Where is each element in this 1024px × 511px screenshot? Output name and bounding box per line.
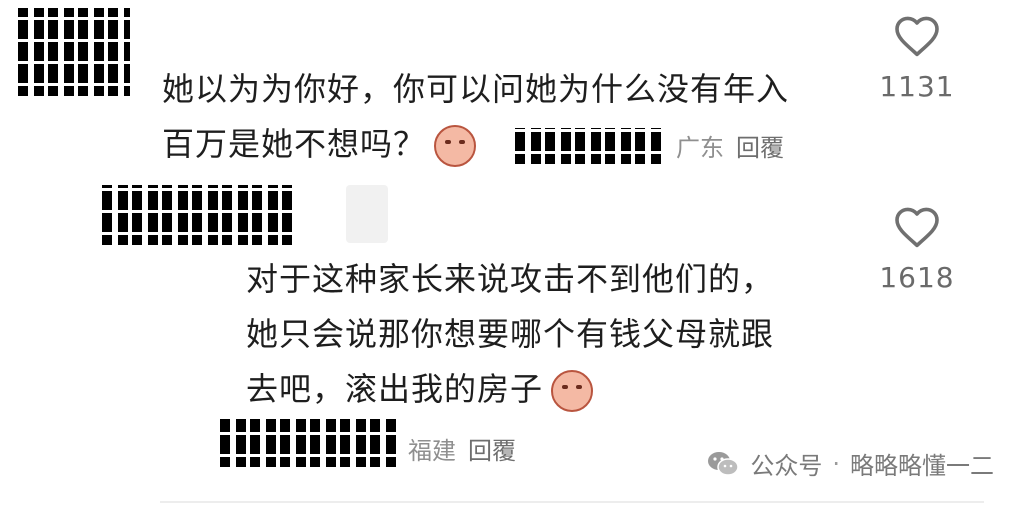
comment-line: 她以为为你好，你可以问她为什么没有年入 [162, 70, 790, 108]
redacted-username [220, 419, 400, 467]
redacted-username [102, 185, 292, 245]
comment-line: 她只会说那你想要哪个有钱父母就跟 [246, 315, 775, 353]
comment-meta: 广东 回覆 [676, 128, 784, 163]
watermark-separator: · [832, 449, 840, 478]
comment-line: 对于这种家长来说攻击不到他们的， [246, 260, 775, 298]
heart-outline-icon[interactable] [893, 205, 941, 249]
divider [160, 501, 984, 503]
like-count: 1618 [879, 261, 955, 294]
location-label: 福建 [408, 437, 456, 465]
crying-face-emoji [434, 125, 477, 167]
redacted-username [515, 128, 665, 164]
watermark: 公众号 · 略略略懂一二 [706, 446, 994, 481]
like-column: 1131 [872, 14, 962, 103]
watermark-account: 略略略懂一二 [850, 452, 994, 480]
avatar [346, 185, 388, 243]
reply-comment-item: 对于这种家长来说攻击不到他们的， 她只会说那你想要哪个有钱父母就跟 去吧，滚出我… [0, 185, 1024, 511]
like-count: 1131 [879, 70, 955, 103]
comment-meta: 福建 回覆 [408, 431, 516, 466]
location-label: 广东 [676, 134, 724, 162]
heart-outline-icon[interactable] [893, 14, 941, 58]
like-column: 1618 [872, 205, 962, 294]
comment-line: 去吧，滚出我的房子 [246, 362, 774, 417]
comment-item: 她以为为你好，你可以问她为什么没有年入 百万是她不想吗？ 广东 回覆 1131 [0, 0, 1024, 185]
reply-button[interactable]: 回覆 [736, 128, 784, 163]
comment-text: 对于这种家长来说攻击不到他们的， 她只会说那你想要哪个有钱父母就跟 去吧，滚出我… [246, 252, 774, 417]
reply-button[interactable]: 回覆 [468, 431, 516, 466]
crying-face-emoji [551, 370, 594, 412]
wechat-icon [708, 451, 740, 476]
redacted-username [18, 8, 130, 96]
watermark-prefix: 公众号 [750, 452, 823, 480]
